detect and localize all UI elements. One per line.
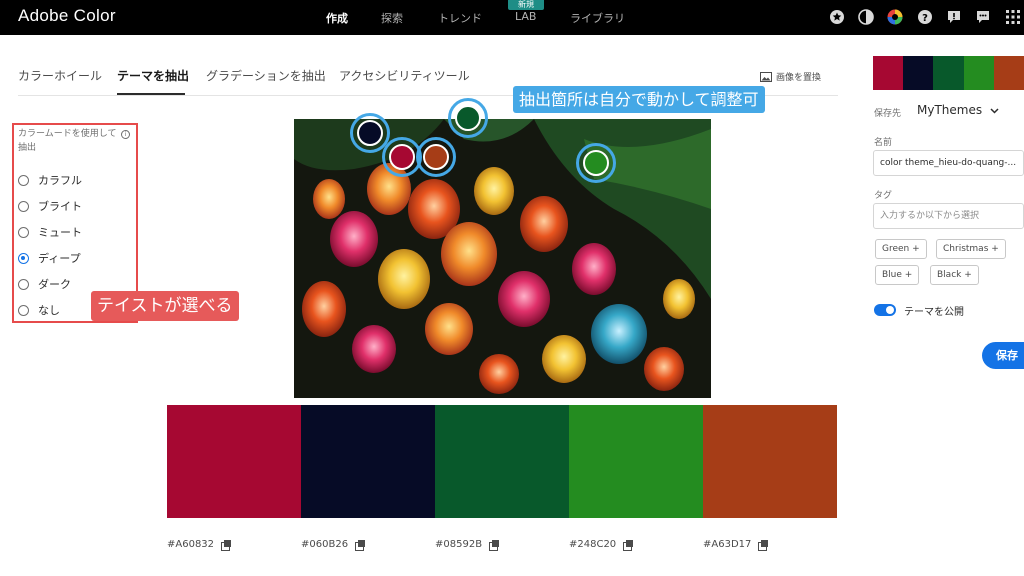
color-picker-handle[interactable] (416, 137, 456, 177)
copy-icon[interactable] (758, 539, 769, 551)
nav-explore[interactable]: 探索 (381, 10, 403, 26)
tag-suggestion-blue[interactable]: Blue + (875, 265, 920, 285)
save-button[interactable]: 保存 (982, 342, 1024, 369)
color-picker-handle[interactable] (448, 98, 488, 138)
hex-code[interactable]: #060B26 (301, 539, 348, 550)
preview-swatch (963, 56, 994, 90)
theme-preview-strip (873, 56, 1024, 90)
publish-label: テーマを公開 (904, 307, 964, 318)
tags-input[interactable]: 入力するか以下から選択 (873, 203, 1024, 229)
library-select[interactable]: MyThemes (917, 103, 999, 117)
picker-color (423, 144, 449, 170)
theme-name-input[interactable]: color theme_hieu-do-quang-... (873, 150, 1024, 176)
hex-code-row: #248C20 (569, 539, 634, 551)
color-swatch[interactable] (435, 405, 569, 518)
mood-annotation-callout: テイストが選べる (91, 291, 239, 321)
radio-button[interactable] (18, 278, 29, 290)
hex-code-row: #A63D17 (703, 539, 769, 551)
hex-code[interactable]: #A63D17 (703, 539, 751, 550)
replace-image-label: 画像を置換 (776, 73, 822, 83)
hex-code[interactable]: #A60832 (167, 539, 214, 550)
apps-grid-icon[interactable] (1005, 9, 1021, 25)
nav-trends[interactable]: トレンド (438, 10, 482, 26)
chat-icon[interactable] (975, 9, 991, 25)
tab-extract-gradient[interactable]: グラデーションを抽出 (206, 67, 326, 84)
tag-suggestion-green[interactable]: Green + (875, 239, 927, 259)
copy-icon[interactable] (623, 539, 634, 551)
nav-lab[interactable]: LAB (515, 10, 536, 23)
save-to-label: 保存先 (874, 109, 902, 119)
copy-icon[interactable] (355, 539, 366, 551)
library-name: MyThemes (917, 103, 983, 117)
mood-option-deep[interactable]: ディープ (18, 250, 81, 266)
mood-option-colorful[interactable]: カラフル (18, 172, 82, 188)
copy-icon[interactable] (489, 539, 500, 551)
top-bar: Adobe Color 作成 探索 トレンド 新規 LAB ライブラリ ? (0, 0, 1024, 35)
mood-option-bright[interactable]: ブライト (18, 198, 82, 214)
app-title[interactable]: Adobe Color (18, 6, 116, 26)
picker-color (357, 120, 383, 146)
picker-annotation-callout: 抽出箇所は自分で動かして調整可 (513, 86, 765, 113)
tags-label: タグ (874, 191, 893, 201)
chevron-down-icon (990, 108, 999, 114)
color-picker-handle[interactable] (576, 143, 616, 183)
lantern-photo (294, 119, 711, 398)
nav-libraries[interactable]: ライブラリ (570, 10, 625, 26)
picker-color (455, 105, 481, 131)
publish-toggle[interactable] (874, 304, 896, 316)
award-icon[interactable] (829, 9, 845, 25)
mood-option-none[interactable]: なし (18, 302, 60, 318)
picker-color (583, 150, 609, 176)
source-photo[interactable] (294, 119, 711, 398)
mood-option-label: ブライト (38, 200, 82, 213)
radio-button[interactable] (18, 174, 29, 186)
tab-extract-theme[interactable]: テーマを抽出 (117, 67, 189, 84)
color-swatch[interactable] (301, 405, 435, 518)
hex-code[interactable]: #248C20 (569, 539, 616, 550)
nav-create[interactable]: 作成 (326, 10, 348, 26)
svg-text:?: ? (922, 13, 928, 24)
image-icon (760, 71, 772, 82)
hex-code[interactable]: #08592B (435, 539, 482, 550)
new-badge: 新規 (508, 0, 544, 10)
hex-code-row: #08592B (435, 539, 500, 551)
tab-accessibility[interactable]: アクセシビリティツール (339, 67, 470, 84)
color-mood-title: カラームードを使用して抽出 (18, 129, 117, 153)
hex-code-row: #A60832 (167, 539, 232, 551)
color-swatch[interactable] (569, 405, 703, 518)
help-icon[interactable]: ? (917, 9, 933, 25)
mood-option-label: ダーク (38, 278, 71, 291)
feedback-icon[interactable] (946, 9, 962, 25)
mood-option-label: カラフル (38, 174, 82, 187)
info-icon[interactable]: i (121, 130, 130, 139)
preview-swatch (903, 56, 934, 90)
picker-color (389, 144, 415, 170)
color-wheel-icon[interactable] (887, 9, 903, 25)
mood-option-muted[interactable]: ミュート (18, 224, 82, 240)
radio-button-selected[interactable] (18, 252, 29, 264)
mood-option-label: ディープ (38, 252, 81, 265)
color-swatch[interactable] (703, 405, 837, 518)
radio-button[interactable] (18, 200, 29, 212)
radio-button[interactable] (18, 226, 29, 238)
mood-option-label: ミュート (38, 226, 82, 239)
preview-swatch (993, 56, 1024, 90)
tag-suggestion-christmas[interactable]: Christmas + (936, 239, 1006, 259)
mood-option-label: なし (38, 304, 60, 317)
mood-option-dark[interactable]: ダーク (18, 276, 71, 292)
preview-swatch (933, 56, 964, 90)
radio-button[interactable] (18, 304, 29, 316)
name-label: 名前 (874, 138, 893, 148)
replace-image-button[interactable]: 画像を置換 (760, 70, 821, 83)
copy-icon[interactable] (221, 539, 232, 551)
hex-code-row: #060B26 (301, 539, 366, 551)
contrast-icon[interactable] (858, 9, 874, 25)
color-swatch[interactable] (167, 405, 301, 518)
preview-swatch (873, 56, 904, 90)
tab-color-wheel[interactable]: カラーホイール (18, 67, 102, 84)
tag-suggestion-black[interactable]: Black + (930, 265, 979, 285)
